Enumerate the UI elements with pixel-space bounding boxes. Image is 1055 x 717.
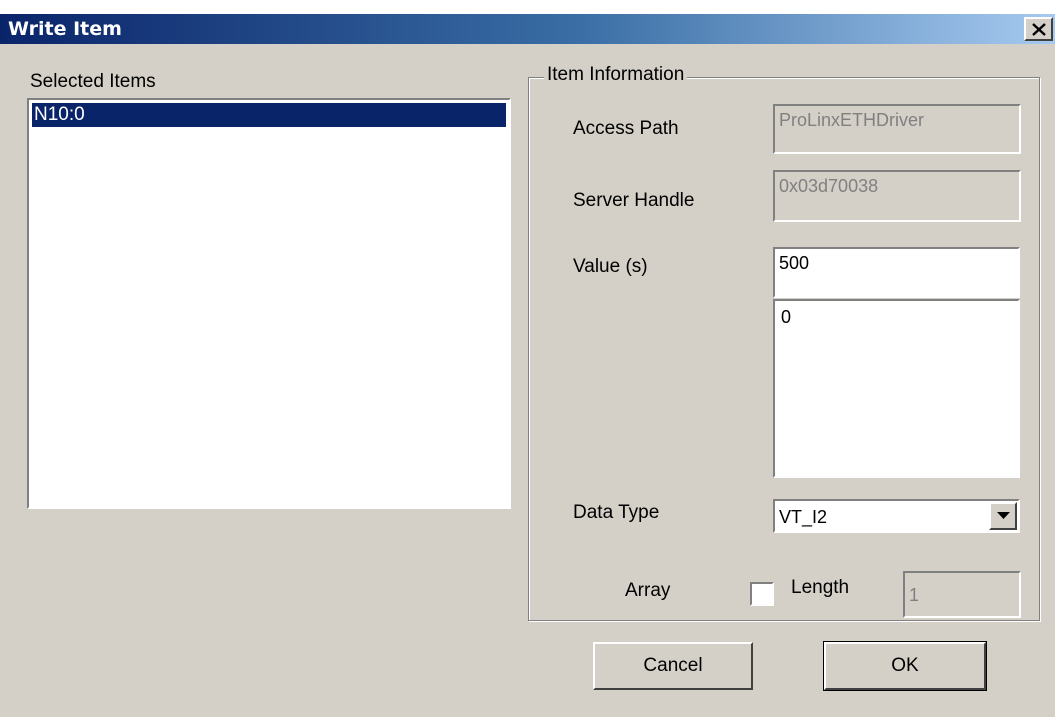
access-path-field: ProLinxETHDriver [773, 104, 1021, 154]
server-handle-field: 0x03d70038 [773, 170, 1021, 222]
access-path-label: Access Path [573, 118, 679, 139]
top-strip [0, 0, 1055, 14]
length-value: 1 [909, 585, 920, 605]
array-label: Array [625, 580, 671, 601]
length-label: Length [791, 577, 850, 598]
data-type-value: VT_I2 [779, 507, 828, 527]
title-bar: Write Item [0, 14, 1055, 44]
cancel-button[interactable]: Cancel [593, 642, 753, 690]
close-button[interactable] [1024, 17, 1053, 41]
values-label: Value (s) [573, 256, 648, 277]
server-handle-value: 0x03d70038 [779, 176, 879, 196]
data-type-select[interactable]: VT_I2 [773, 499, 1020, 533]
write-item-dialog: Write Item Selected Items N10:0 Item Inf… [0, 14, 1055, 717]
value-input[interactable]: 500 [773, 247, 1020, 298]
selected-items-label: Selected Items [30, 71, 156, 92]
value-input-text: 500 [779, 253, 810, 273]
ok-button[interactable]: OK [823, 641, 987, 691]
window-title: Write Item [8, 18, 122, 40]
data-type-label: Data Type [573, 502, 660, 523]
item-information-label: Item Information [544, 64, 688, 86]
values-list[interactable]: 0 [773, 299, 1020, 478]
close-icon [1032, 23, 1046, 36]
array-checkbox[interactable] [750, 582, 774, 606]
selected-items-list[interactable]: N10:0 [27, 98, 511, 509]
values-list-item[interactable]: 0 [781, 307, 791, 328]
access-path-value: ProLinxETHDriver [779, 110, 925, 130]
server-handle-label: Server Handle [573, 190, 695, 211]
data-type-dropdown-button[interactable] [989, 502, 1017, 530]
chevron-down-icon [997, 512, 1010, 519]
list-item[interactable]: N10:0 [32, 103, 506, 127]
length-field: 1 [903, 571, 1021, 618]
